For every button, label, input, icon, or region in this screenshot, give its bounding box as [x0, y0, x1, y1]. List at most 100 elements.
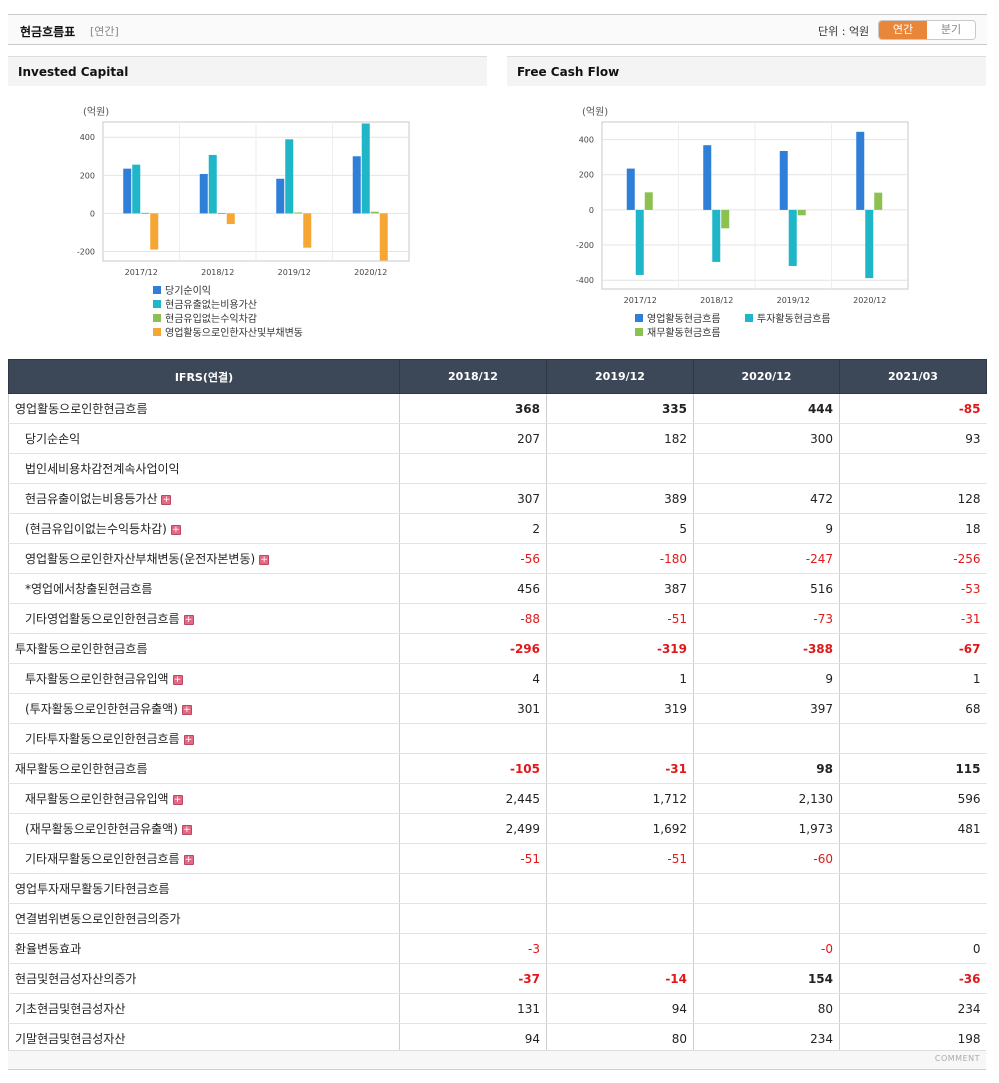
table-row: 현금및현금성자산의증가 -37 -14 154 -36	[8, 963, 987, 994]
y-tick-label: -200	[576, 241, 594, 250]
row-label-cell: 환율변동효과	[8, 933, 400, 964]
table-row: 연결범위변동으로인한현금의증가	[8, 903, 987, 934]
tab-quarter[interactable]: 분기	[927, 21, 975, 39]
bar	[370, 211, 379, 214]
value-cell: 1,692	[546, 813, 694, 844]
row-label: 당기순손익	[25, 432, 81, 446]
expand-icon[interactable]: +	[181, 824, 192, 835]
table-row: 환율변동효과 -3 -0 0	[8, 933, 987, 964]
expand-icon[interactable]: +	[170, 524, 181, 535]
value-cell: -67	[839, 633, 987, 664]
expand-icon[interactable]: +	[172, 794, 183, 805]
bar	[361, 123, 370, 214]
bar	[285, 139, 294, 214]
value-cell: 335	[546, 393, 694, 424]
table-row: 영업활동으로인한자산부채변동(운전자본변동) + -56 -180 -247 -256	[8, 543, 987, 574]
expand-icon[interactable]: +	[181, 704, 192, 715]
value-cell	[399, 453, 547, 484]
value-cell: 93	[839, 423, 987, 454]
value-cell: 9	[693, 513, 840, 544]
expand-icon[interactable]: +	[172, 674, 183, 685]
row-label-cell: 투자활동으로인한현금유입액 +	[8, 663, 400, 694]
table-row: 법인세비용차감전계속사업이익	[8, 453, 987, 484]
value-cell: 1,973	[693, 813, 840, 844]
legend-swatch	[635, 314, 643, 322]
row-label: 연결범위변동으로인한현금의증가	[15, 912, 181, 926]
value-cell: -51	[399, 843, 547, 874]
legend-swatch	[153, 300, 161, 308]
legend-label: 현금유출없는비용가산	[165, 298, 257, 311]
x-tick-label: 2019/12	[777, 296, 810, 305]
row-label: 재무활동으로인한현금흐름	[15, 762, 148, 776]
row-label-cell: 현금및현금성자산의증가	[8, 963, 400, 994]
cash-flow-table: IFRS(연결) 2018/12 2019/12 2020/12 2021/03…	[8, 359, 987, 1054]
value-cell: 198	[839, 1023, 987, 1054]
value-cell: -53	[839, 573, 987, 604]
value-cell: -247	[693, 543, 840, 574]
value-cell	[839, 903, 987, 934]
value-cell	[693, 873, 840, 904]
y-tick-label: 400	[80, 133, 95, 142]
y-tick-label: -200	[77, 247, 95, 256]
table-header-row: IFRS(연결) 2018/12 2019/12 2020/12 2021/03	[8, 359, 987, 394]
bar	[712, 209, 721, 262]
comment-toggle[interactable]: COMMENT	[935, 1054, 980, 1063]
row-label: (현금유입이없는수익등차감)	[25, 522, 167, 536]
value-cell: -51	[546, 843, 694, 874]
y-axis-label: (억원)	[83, 106, 109, 118]
x-tick-label: 2019/12	[278, 268, 311, 277]
row-label-cell: 영업활동으로인한현금흐름	[8, 393, 400, 424]
row-label: 영업투자재무활동기타현금흐름	[15, 882, 170, 896]
value-cell: 9	[693, 663, 840, 694]
expand-icon[interactable]: +	[259, 554, 270, 565]
legend-label: 투자활동현금흐름	[757, 312, 831, 325]
row-label: 기타투자활동으로인한현금흐름	[25, 732, 180, 746]
value-cell: 154	[693, 963, 840, 994]
y-tick-label: 200	[80, 171, 95, 180]
legend-swatch	[153, 286, 161, 294]
value-cell: -31	[839, 603, 987, 634]
bar	[276, 178, 285, 214]
value-cell: 397	[693, 693, 840, 724]
column-header: 2020/12	[693, 359, 840, 394]
row-label: 투자활동으로인한현금흐름	[15, 642, 148, 656]
value-cell	[546, 873, 694, 904]
value-cell: 300	[693, 423, 840, 454]
value-cell	[399, 903, 547, 934]
value-cell	[839, 843, 987, 874]
value-cell	[693, 453, 840, 484]
expand-icon[interactable]: +	[183, 734, 194, 745]
value-cell: 98	[693, 753, 840, 784]
bar	[150, 213, 159, 250]
row-label-cell: 영업투자재무활동기타현금흐름	[8, 873, 400, 904]
value-cell: -31	[546, 753, 694, 784]
legend-swatch	[153, 314, 161, 322]
value-cell: -0	[693, 933, 840, 964]
value-cell: 1,712	[546, 783, 694, 814]
tab-annual[interactable]: 연간	[879, 21, 927, 39]
x-tick-label: 2018/12	[201, 268, 234, 277]
table-corner-header: IFRS(연결)	[8, 359, 400, 394]
column-header: 2019/12	[546, 359, 694, 394]
bar	[303, 213, 312, 248]
table-row: 재무활동으로인한현금흐름 -105 -31 98 115	[8, 753, 987, 784]
legend-label: 영업활동현금흐름	[647, 312, 721, 325]
expand-icon[interactable]: +	[183, 854, 194, 865]
value-cell: -73	[693, 603, 840, 634]
expand-icon[interactable]: +	[161, 494, 172, 505]
value-cell: 456	[399, 573, 547, 604]
row-label: 법인세비용차감전계속사업이익	[25, 462, 180, 476]
value-cell: 1	[546, 663, 694, 694]
expand-icon[interactable]: +	[183, 614, 194, 625]
value-cell	[839, 723, 987, 754]
value-cell: -319	[546, 633, 694, 664]
free-cash-flow-panel: Free Cash Flow (억원) 400 200 0 -200 -400 2017/1…	[507, 56, 986, 354]
table-row: 현금유출이없는비용등가산 +307 389 472 128	[8, 483, 987, 514]
legend-swatch	[635, 328, 643, 336]
row-label-cell: 연결범위변동으로인한현금의증가	[8, 903, 400, 934]
row-label-cell: (재무활동으로인한현금유출액) +	[8, 813, 400, 844]
row-label: 현금및현금성자산의증가	[15, 972, 137, 986]
bar	[208, 154, 217, 214]
value-cell: 234	[693, 1023, 840, 1054]
bar	[788, 209, 797, 266]
